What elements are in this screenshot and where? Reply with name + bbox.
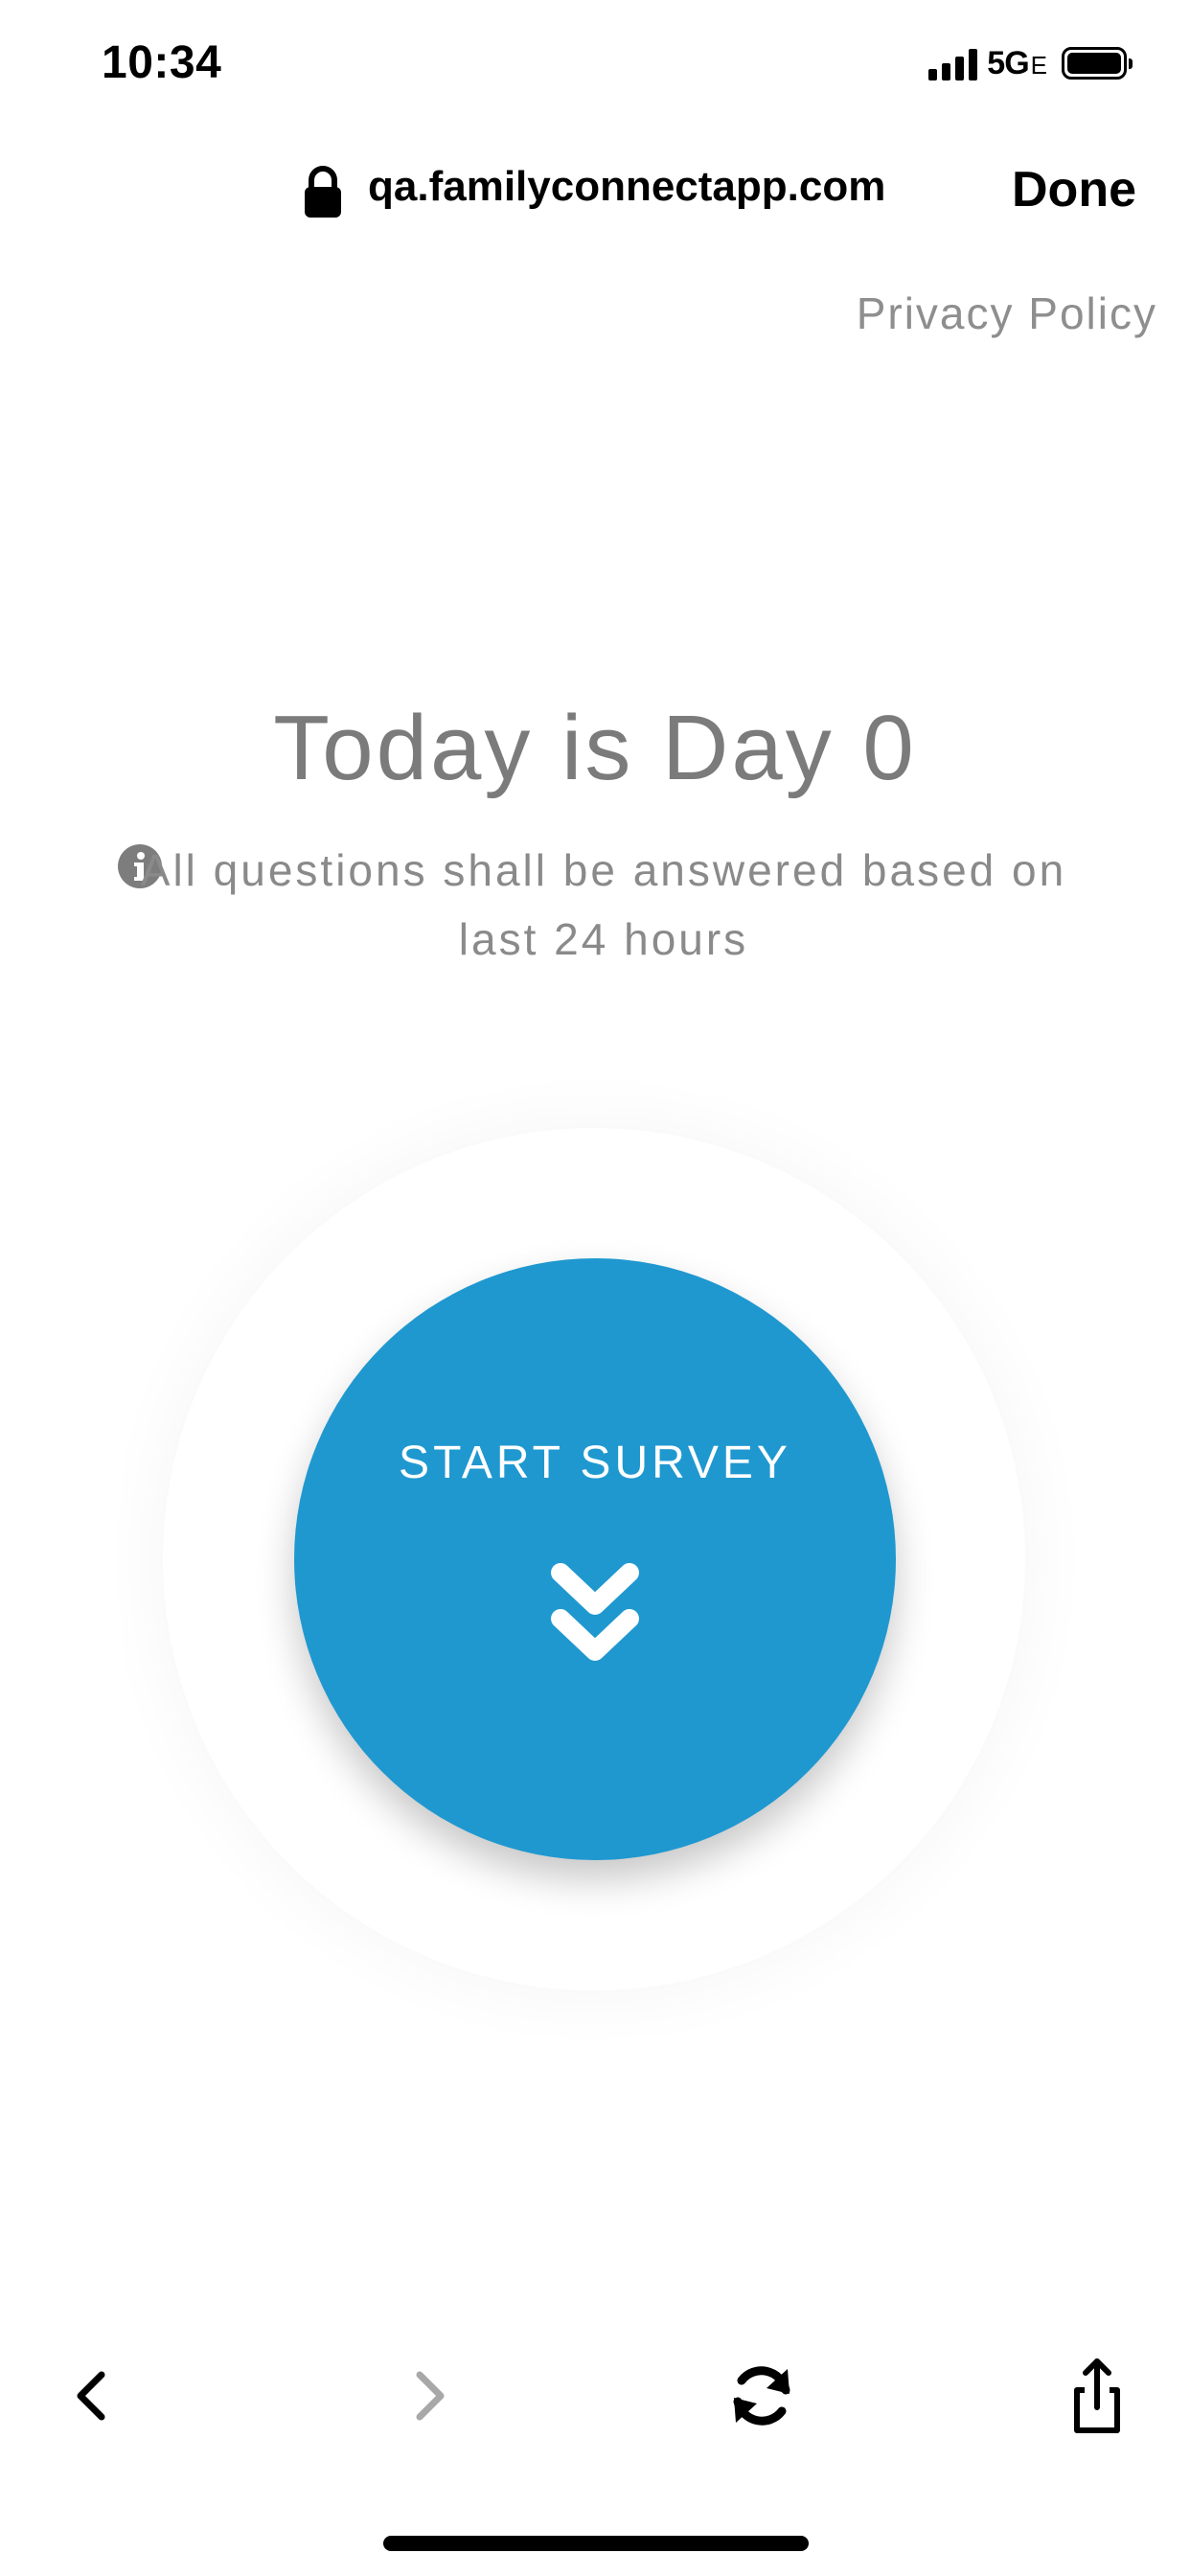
battery-icon (1062, 47, 1133, 80)
address-bar: qa.familyconnectapp.com Done (0, 161, 1190, 228)
forward-button[interactable] (385, 2348, 471, 2444)
chevron-right-icon (416, 2371, 445, 2421)
back-button[interactable] (48, 2348, 134, 2444)
status-indicators: 5GE (928, 44, 1133, 82)
status-time: 10:34 (102, 37, 222, 88)
network-label: 5GE (987, 44, 1047, 82)
network-type: 5G (987, 44, 1029, 81)
share-icon (1074, 2358, 1120, 2433)
info-text: All questions shall be answered based on… (140, 845, 1067, 964)
home-indicator (383, 2536, 809, 2551)
page-title: Today is Day 0 (273, 697, 917, 799)
url-text[interactable]: qa.familyconnectapp.com (368, 163, 885, 211)
start-survey-button[interactable]: START SURVEY (294, 1258, 896, 1860)
refresh-icon (733, 2366, 790, 2426)
refresh-button[interactable] (719, 2348, 805, 2444)
share-button[interactable] (1054, 2348, 1140, 2444)
browser-toolbar (0, 2348, 1190, 2444)
privacy-policy-link[interactable]: Privacy Policy (857, 288, 1157, 339)
signal-icon (928, 46, 978, 80)
done-button[interactable]: Done (1012, 161, 1136, 218)
start-survey-label: START SURVEY (399, 1438, 791, 1488)
network-suffix: E (1030, 50, 1047, 80)
lock-icon (305, 166, 341, 218)
double-chevron-down-icon (551, 1563, 639, 1661)
chevron-left-icon (77, 2371, 105, 2421)
screen: 10:34 5GE qa.familyconnectapp.com Done P… (0, 0, 1190, 2576)
